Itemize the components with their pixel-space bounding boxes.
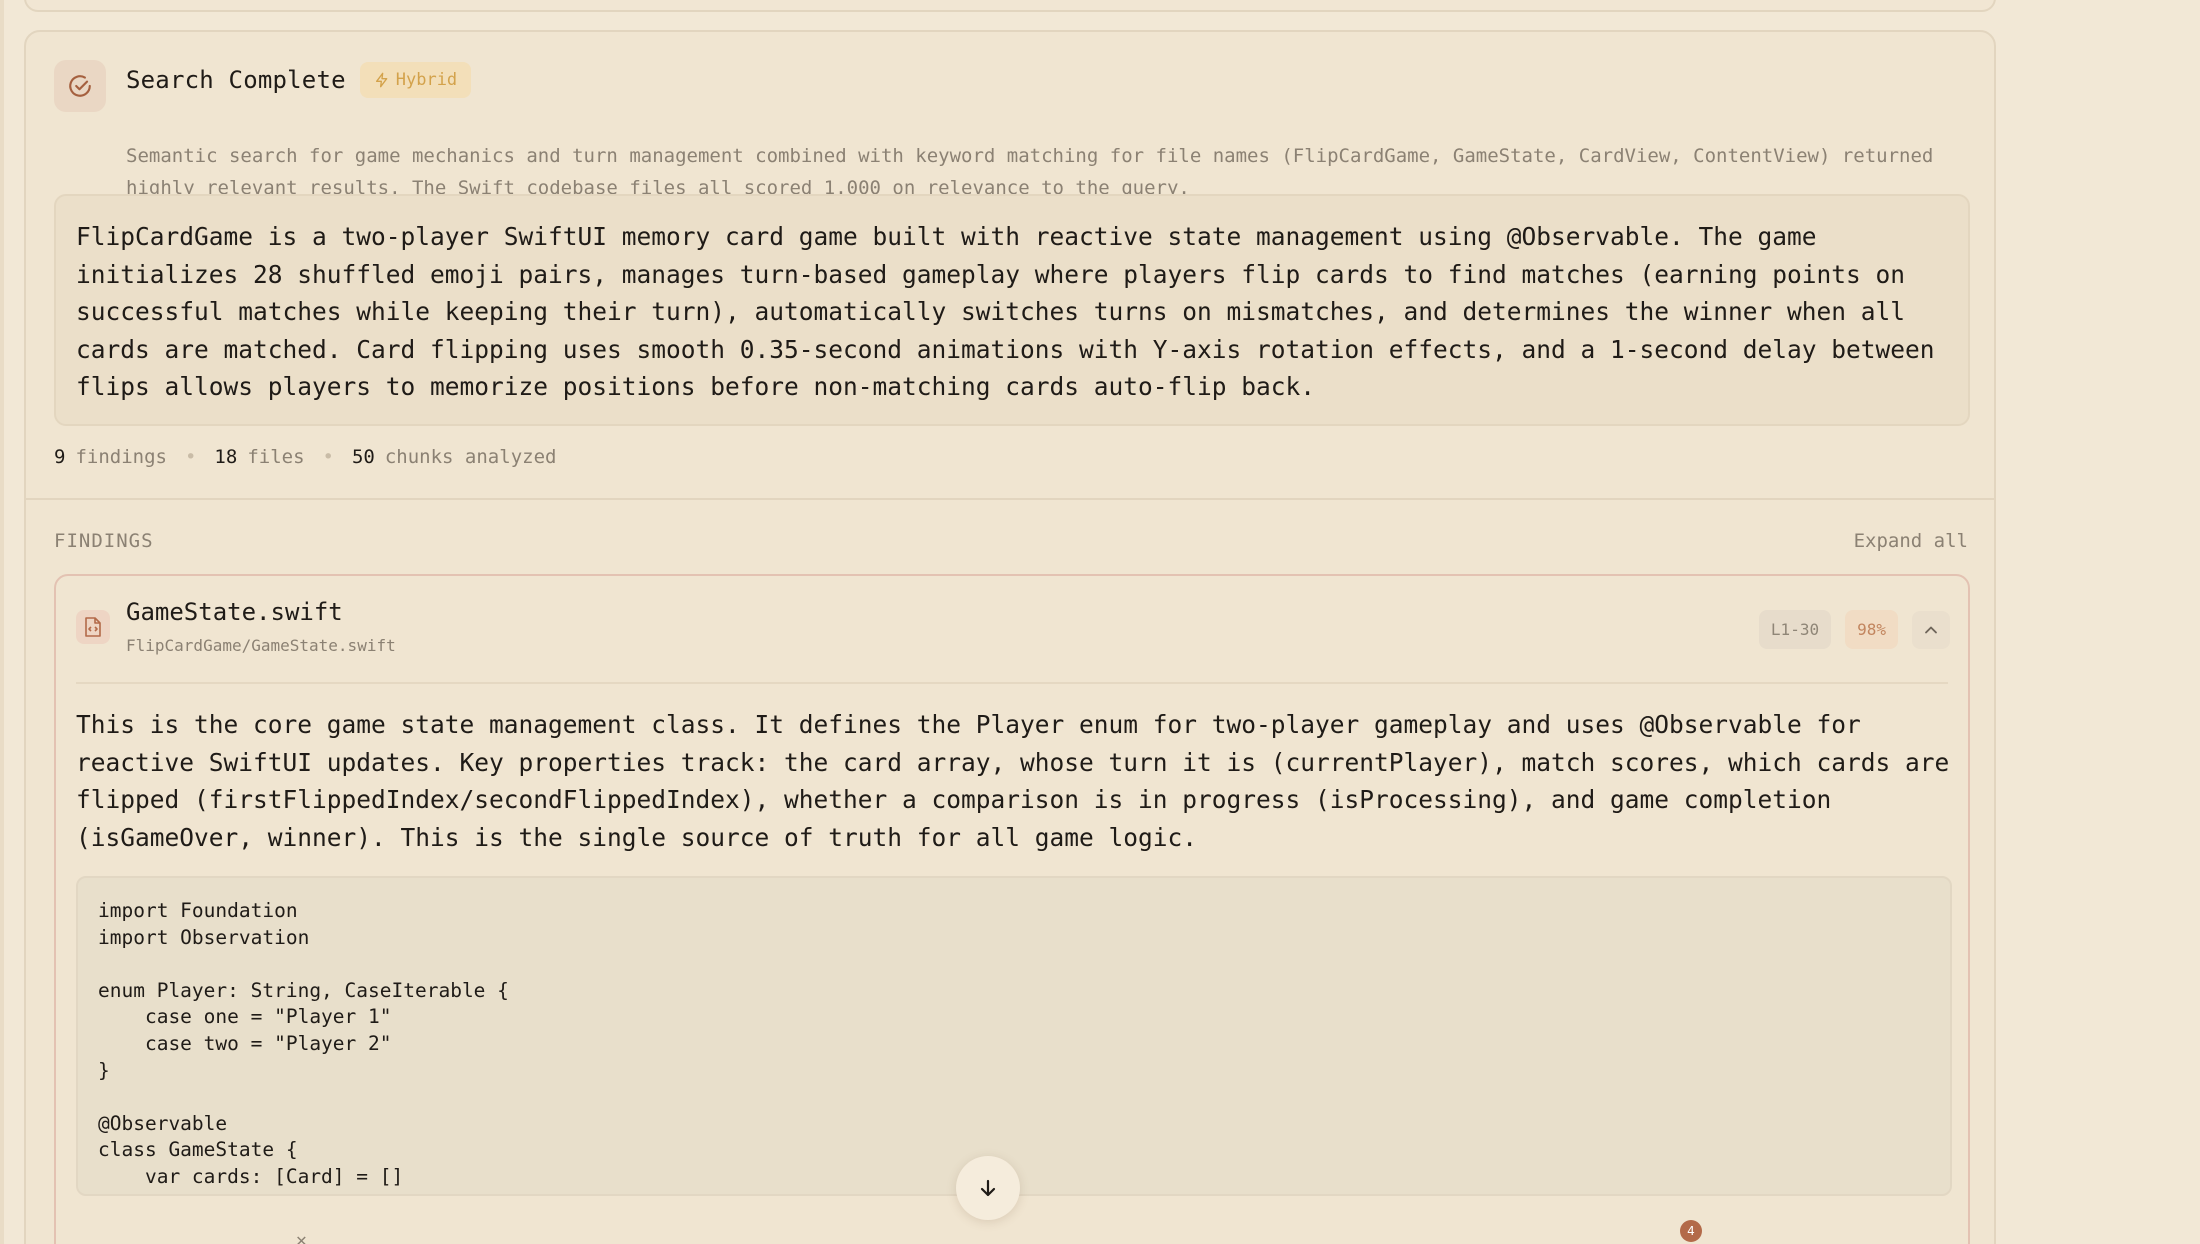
result-stats: 9 findings • 18 files • 50 chunks analyz… <box>54 446 556 468</box>
previous-card <box>24 0 1996 12</box>
line-range-badge: L1-30 <box>1758 610 1832 649</box>
expand-all-button[interactable]: Expand all <box>1854 530 1968 552</box>
code-snippet: import Foundation import Observation enu… <box>76 876 1952 1196</box>
arrow-down-icon <box>980 1179 996 1197</box>
chevron-up-icon <box>1925 626 1937 633</box>
chunks-count-label: chunks analyzed <box>384 446 557 468</box>
code-text: import Foundation import Observation enu… <box>98 899 509 1188</box>
collapse-button[interactable] <box>1912 610 1950 649</box>
finding-badges: L1-30 98% <box>1758 610 1950 649</box>
swift-file-icon <box>76 610 110 644</box>
chunks-count: 50 <box>351 446 375 468</box>
files-count: 18 <box>214 446 238 468</box>
finding-file-path: FlipCardGame/GameState.swift <box>126 636 396 655</box>
separator-dot: • <box>322 446 334 468</box>
search-result-panel: Search Complete Hybrid Semantic search f… <box>24 30 1996 1244</box>
finding-file-name[interactable]: GameState.swift <box>126 598 343 626</box>
hybrid-badge-label: Hybrid <box>395 70 458 90</box>
section-divider <box>26 498 1994 500</box>
findings-count: 9 <box>54 446 66 468</box>
summary-text: FlipCardGame is a two-player SwiftUI mem… <box>54 194 1970 426</box>
findings-heading: FINDINGS <box>54 530 154 552</box>
finding-explanation: This is the core game state management c… <box>76 710 1950 852</box>
files-count-label: files <box>247 446 305 468</box>
notification-badge[interactable]: 4 <box>1680 1220 1702 1242</box>
findings-count-label: findings <box>75 446 167 468</box>
left-rail <box>0 0 4 1244</box>
hybrid-badge: Hybrid <box>359 62 472 98</box>
separator-dot: • <box>184 446 197 468</box>
result-title: Search Complete <box>126 66 346 94</box>
scroll-down-button[interactable] <box>956 1156 1020 1220</box>
finding-card: GameState.swift FlipCardGame/GameState.s… <box>54 574 1970 1244</box>
check-circle-icon <box>54 60 106 112</box>
finding-divider <box>76 682 1948 684</box>
title-row: Search Complete Hybrid <box>126 62 472 98</box>
close-icon[interactable]: ✕ <box>296 1230 307 1244</box>
lightning-icon <box>375 72 388 88</box>
score-badge: 98% <box>1845 610 1898 649</box>
